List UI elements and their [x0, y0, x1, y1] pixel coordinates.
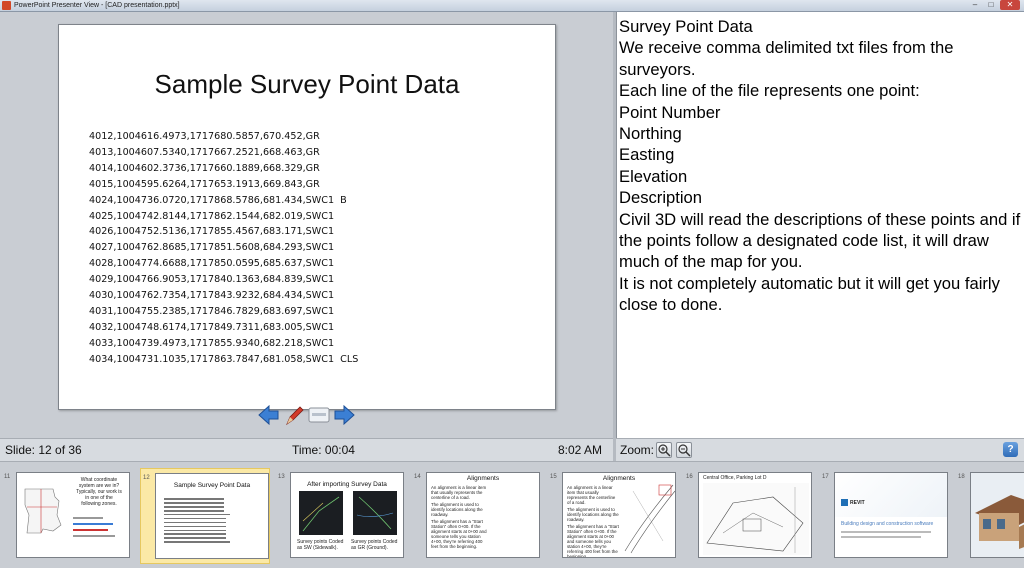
- notes-paragraph: Description: [619, 188, 703, 208]
- notes-paragraph: Point Number: [619, 102, 721, 122]
- window-controls: – □ ✕: [968, 0, 1020, 10]
- current-slide[interactable]: Sample Survey Point Data 4012,1004616.49…: [58, 24, 556, 410]
- arrow-left-icon: [258, 405, 279, 425]
- zoom-out-button[interactable]: [676, 442, 692, 458]
- survey-data-line: 4012,1004616.4973,1717680.5857,670.452,G…: [89, 131, 320, 142]
- thumbnail-title: After importing Survey Data: [307, 481, 387, 488]
- notes-paragraph: Survey Point Data: [619, 17, 753, 36]
- slide-navigation: [258, 404, 355, 426]
- arrow-right-icon: [334, 405, 355, 425]
- thumbnail-slide-12[interactable]: 12 Sample Survey Point Data: [140, 468, 270, 564]
- slide-menu-icon: [308, 407, 330, 423]
- pen-options-button[interactable]: [283, 404, 305, 426]
- elapsed-time: Time: 00:04: [292, 443, 355, 457]
- thumbnail-slide-15[interactable]: 15 Alignments An alignment is a linear i…: [548, 468, 678, 564]
- slide-menu-button[interactable]: [308, 404, 330, 426]
- thumbnail-preview: Sample Survey Point Data: [155, 473, 269, 559]
- survey-data-line: 4014,1004602.3736,1717660.1889,668.329,G…: [89, 162, 320, 174]
- thumbnail-preview: REVIT Building design and construction s…: [834, 472, 948, 558]
- speaker-notes[interactable]: Survey Point Data We receive comma delim…: [616, 12, 1024, 438]
- survey-data-line: 4013,1004607.5340,1717667.2521,668.463,G…: [89, 146, 320, 158]
- survey-data-line: 4030,1004762.7354,1717843.9232,684.434,S…: [89, 290, 335, 302]
- thumbnail-preview: [970, 472, 1024, 558]
- survey-data-line: 4031,1004755.2385,1717846.7829,683.697,S…: [89, 305, 335, 317]
- magnifier-plus-icon: [658, 444, 671, 457]
- survey-data-line: 4028,1004774.6688,1717850.0595,685.637,S…: [89, 258, 335, 270]
- close-button[interactable]: ✕: [1000, 0, 1020, 10]
- notes-paragraph: Elevation: [619, 166, 688, 186]
- previous-slide-button[interactable]: [258, 404, 280, 426]
- thumbnail-number: 13: [278, 474, 285, 480]
- thumbnail-title: Alignments: [466, 475, 500, 482]
- thumbnail-text: What coordinate system are we in? Typica…: [76, 477, 122, 507]
- survey-data-line: 4027,1004762.8685,1717851.5608,684.293,S…: [89, 242, 335, 254]
- survey-data-line: 4025,1004742.8144,1717862.1544,682.019,S…: [89, 210, 335, 222]
- slide-thumbnail-strip: 11 What coordinate system are we in? Typ…: [0, 461, 1024, 568]
- zoom-in-button[interactable]: [656, 442, 672, 458]
- survey-data-line: 4015,1004595.6264,1717653.1913,669.843,G…: [89, 178, 320, 190]
- zoom-label: Zoom:: [620, 443, 655, 457]
- notes-paragraph: Civil 3D will read the descriptions of t…: [619, 209, 1021, 272]
- building-render-image: [971, 473, 1024, 557]
- thumbnail-preview: Central Office, Parking Lot D: [698, 472, 812, 558]
- missouri-map-icon: [24, 488, 62, 534]
- thumbnail-number: 12: [143, 475, 150, 481]
- thumbnail-number: 18: [958, 474, 965, 480]
- powerpoint-app-icon: [2, 1, 11, 10]
- revit-logo: REVIT: [841, 499, 865, 506]
- site-plan-image: [703, 483, 809, 555]
- survey-data-line: 4032,1004748.6174,1717849.7311,683.005,S…: [89, 321, 335, 333]
- thumbnail-number: 11: [4, 474, 11, 480]
- survey-data-line: 4034,1004731.1035,1717863.7847,681.058,S…: [89, 353, 359, 365]
- survey-screenshot-image: [299, 491, 343, 535]
- survey-data-line: 4029,1004766.9053,1717840.1363,684.839,S…: [89, 274, 335, 286]
- notes-paragraph: It is not completely automatic but it wi…: [619, 273, 1000, 315]
- slide-title: Sample Survey Point Data: [154, 69, 460, 99]
- thumbnail-slide-11[interactable]: 11 What coordinate system are we in? Typ…: [2, 468, 132, 564]
- thumbnail-slide-16[interactable]: 16 Central Office, Parking Lot D: [684, 468, 814, 564]
- thumbnail-preview: Alignments An alignment is a linear item…: [562, 472, 676, 558]
- thumbnail-preview: After importing Survey Data Survey point…: [290, 472, 404, 558]
- thumbnail-slide-13[interactable]: 13 After importing Survey Data Survey po…: [276, 468, 406, 564]
- thumbnail-number: 15: [550, 474, 557, 480]
- next-slide-button[interactable]: [333, 404, 355, 426]
- pen-icon: [286, 406, 304, 426]
- magnifier-minus-icon: [678, 444, 691, 457]
- thumbnail-number: 16: [686, 474, 693, 480]
- notes-status-bar: Zoom: ?: [616, 438, 1024, 461]
- notes-paragraph: Each line of the file represents one poi…: [619, 81, 920, 101]
- revit-logo-icon: [841, 499, 848, 506]
- thumbnail-number: 17: [822, 474, 829, 480]
- title-bar: PowerPoint Presenter View - [CAD present…: [0, 0, 1024, 12]
- notes-paragraph: We receive comma delimited txt files fro…: [619, 38, 954, 79]
- thumbnail-preview: What coordinate system are we in? Typica…: [16, 472, 130, 558]
- maximize-button[interactable]: □: [984, 0, 998, 10]
- clock: 8:02 AM: [558, 443, 603, 457]
- survey-data-line: 4026,1004752.5136,1717855.4567,683.171,S…: [89, 226, 335, 238]
- thumbnail-slide-17[interactable]: 17 REVIT Building design and constructio…: [820, 468, 950, 564]
- thumbnail-number: 14: [414, 474, 421, 480]
- alignment-drawing-image: [624, 484, 675, 554]
- thumbnail-preview: Alignments An alignment is a linear item…: [426, 472, 540, 558]
- window-title: PowerPoint Presenter View - [CAD present…: [14, 2, 180, 9]
- thumbnail-title: Sample Survey Point Data: [173, 482, 251, 489]
- notes-paragraph: Easting: [619, 145, 675, 165]
- minimize-button[interactable]: –: [968, 0, 982, 10]
- help-button[interactable]: ?: [1003, 442, 1018, 457]
- thumbnail-slide-14[interactable]: 14 Alignments An alignment is a linear i…: [412, 468, 542, 564]
- thumbnail-slide-18[interactable]: 18: [956, 468, 1024, 564]
- survey-data-line: 4024,1004736.0720,1717868.5786,681.434,S…: [89, 194, 347, 206]
- presenter-status-bar: Slide: 12 of 36 Time: 00:04 8:02 AM: [0, 438, 613, 461]
- survey-data-line: 4033,1004739.4973,1717855.9340,682.218,S…: [89, 337, 335, 349]
- notes-paragraph: Northing: [619, 124, 682, 144]
- thumbnail-title: Central Office, Parking Lot D: [703, 475, 767, 481]
- survey-screenshot-image: [353, 491, 397, 535]
- survey-data-lines: 4012,1004616.4973,1717680.5857,670.452,G…: [89, 129, 358, 368]
- slide-counter: Slide: 12 of 36: [5, 443, 82, 457]
- current-slide-pane: Sample Survey Point Data 4012,1004616.49…: [0, 12, 613, 438]
